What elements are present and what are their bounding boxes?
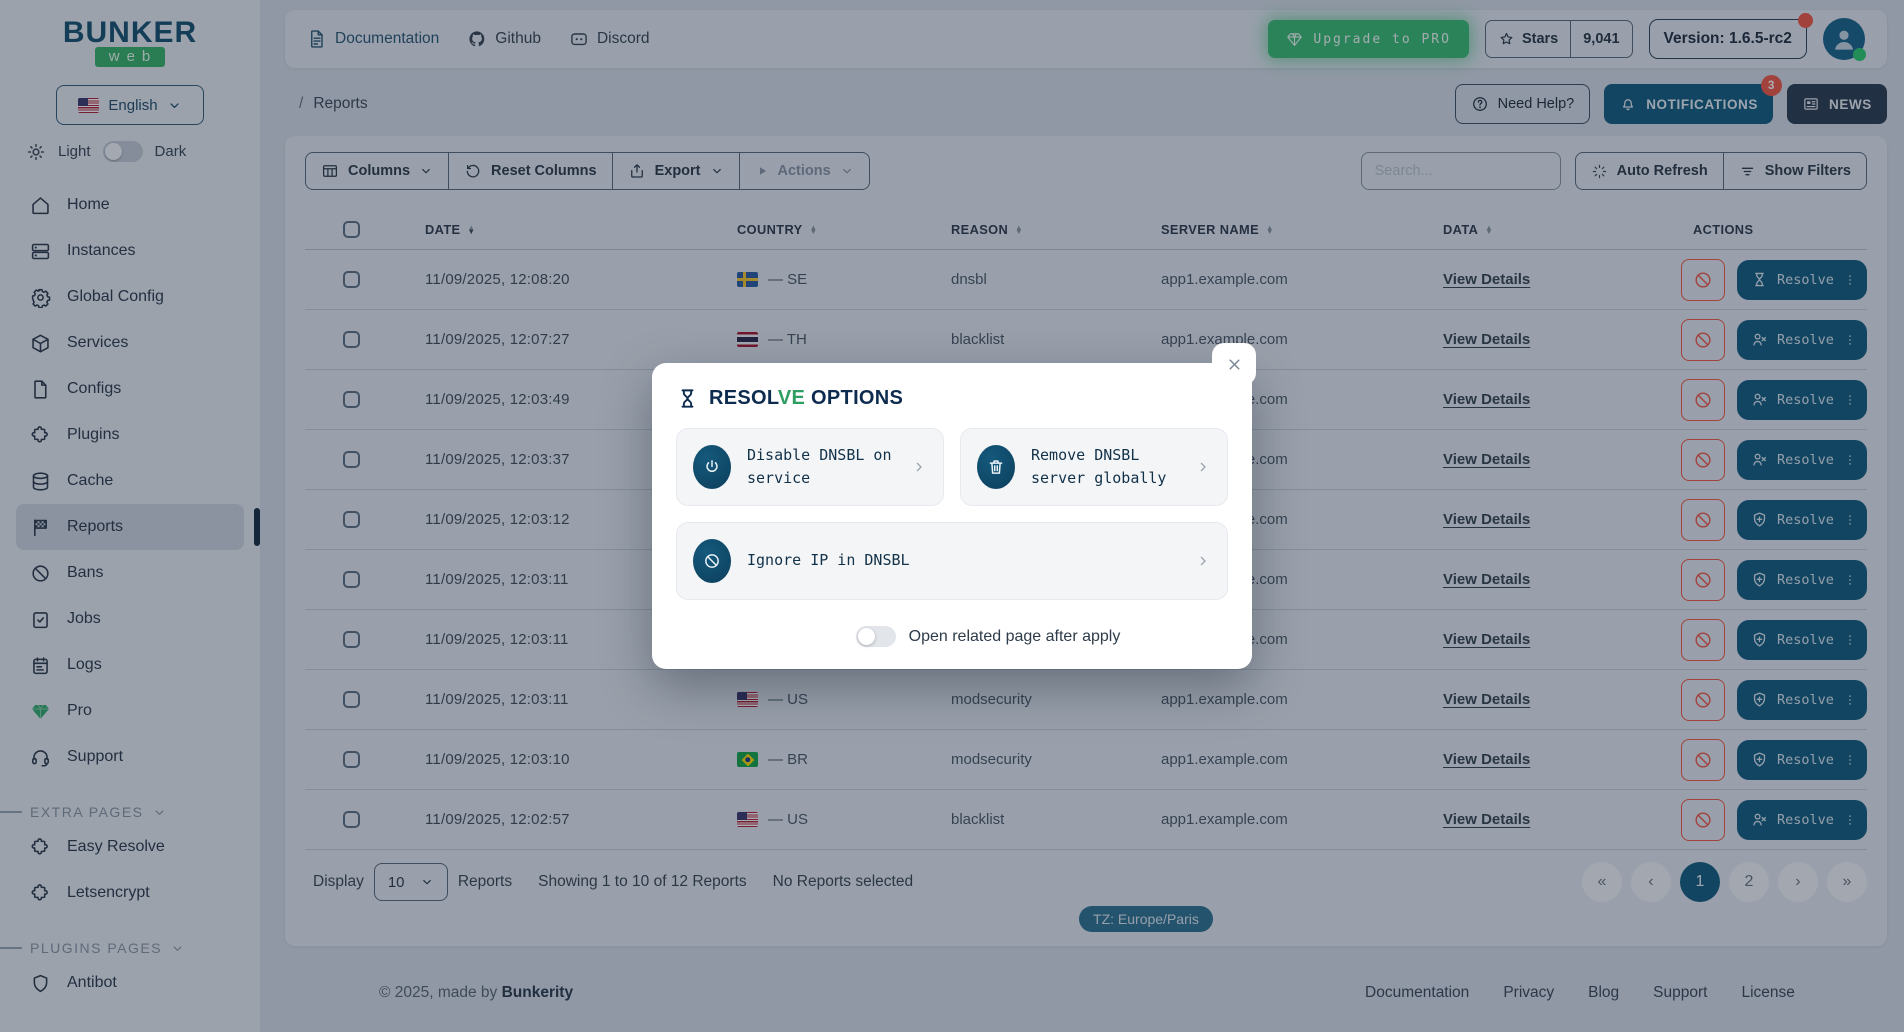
resolve-option-remove-dnsbl-server-globally[interactable]: Remove DNSBL server globally (960, 428, 1228, 506)
chev-right-icon (1200, 556, 1206, 566)
resolve-option-ignore-ip-in-dnsbl[interactable]: Ignore IP in DNSBL (676, 522, 1228, 600)
trash-icon (989, 460, 1003, 474)
open-related-page-toggle[interactable] (855, 626, 896, 647)
resolve-options-modal: RESOLVE OPTIONS Disable DNSBL on service… (652, 343, 1256, 669)
option-icon-bubble (693, 539, 731, 583)
resolve-option-disable-dnsbl-on-service[interactable]: Disable DNSBL on service (676, 428, 944, 506)
modal-close-button[interactable] (1212, 343, 1256, 385)
chev-right-icon (1200, 462, 1206, 472)
option-label: Remove DNSBL server globally (1031, 445, 1167, 487)
chev-right-icon (916, 462, 922, 472)
open-related-page-label: Open related page after apply (908, 627, 1121, 645)
slash-icon (705, 554, 719, 568)
option-icon-bubble (977, 445, 1015, 489)
modal-title: RESOLVE OPTIONS (676, 387, 1228, 410)
option-icon-bubble (693, 445, 731, 489)
power-icon (706, 460, 718, 472)
x-icon (1228, 358, 1240, 370)
option-label: Disable DNSBL on service (747, 445, 892, 487)
option-label: Ignore IP in DNSBL (747, 551, 910, 570)
hourglass-icon (681, 389, 694, 408)
